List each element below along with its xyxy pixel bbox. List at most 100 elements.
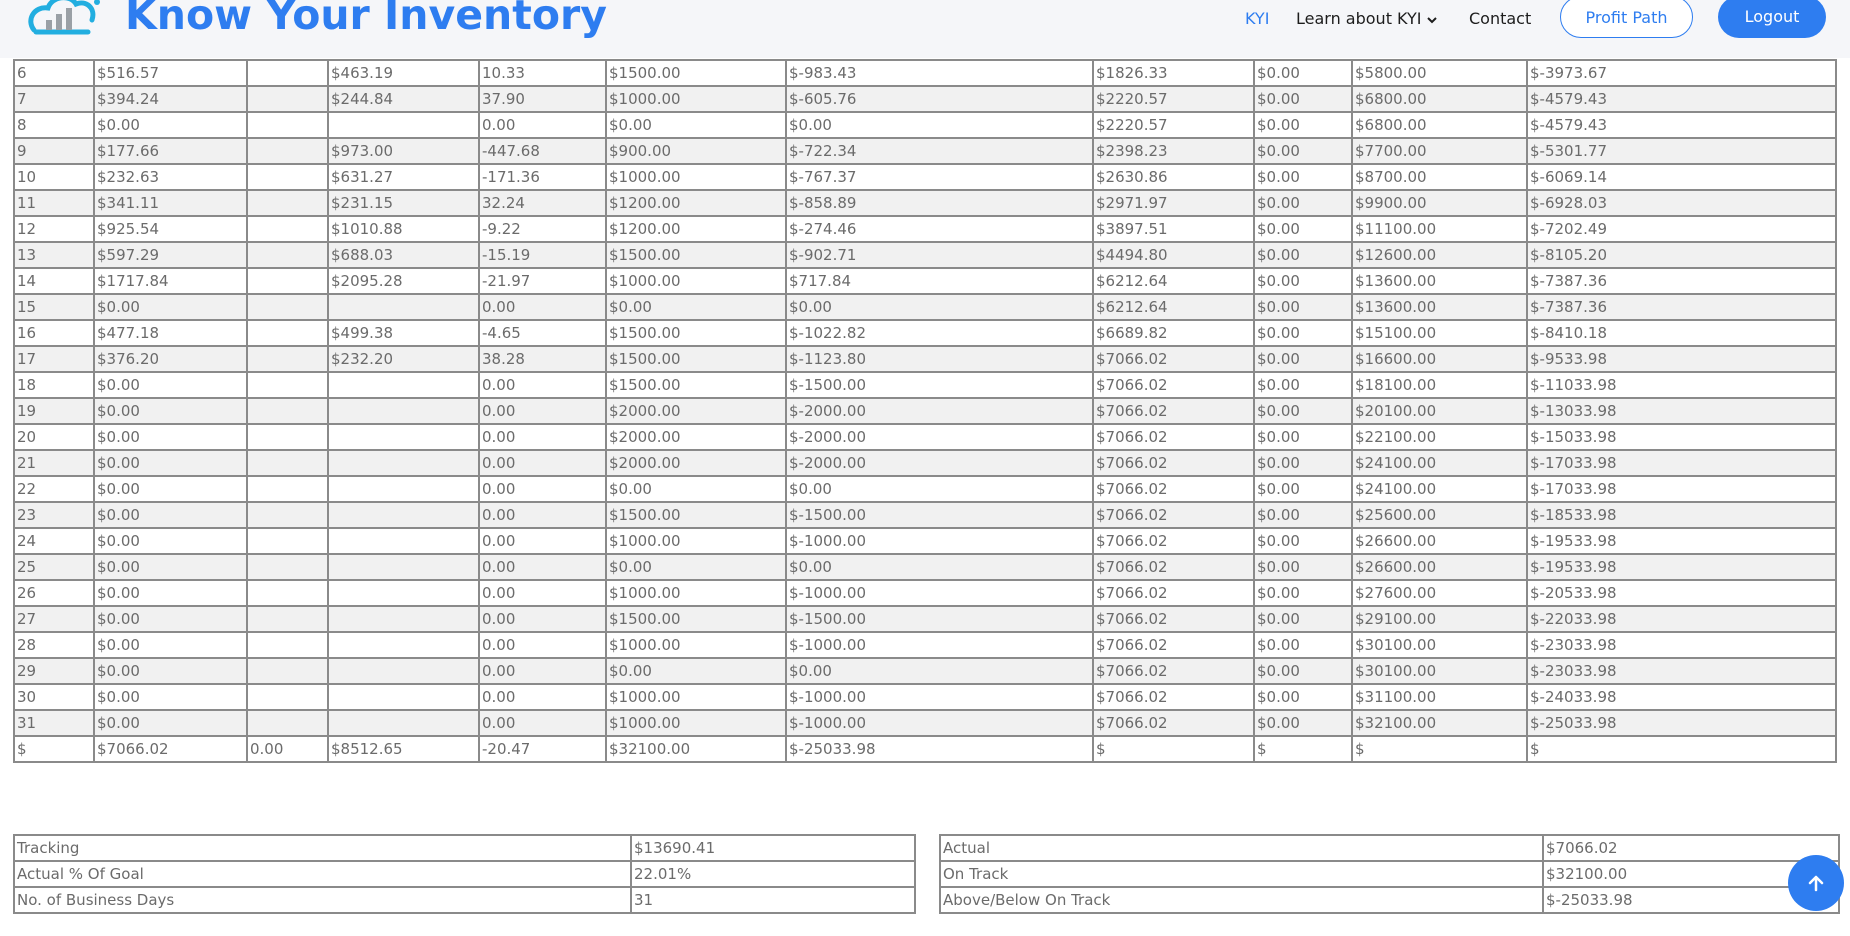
- table-cell: [327, 579, 480, 607]
- table-cell: $0.00: [1253, 709, 1353, 737]
- table-cell: $-1022.82: [785, 319, 1094, 347]
- table-cell: $-1500.00: [785, 605, 1094, 633]
- table-cell: $-274.46: [785, 215, 1094, 243]
- logo-icon[interactable]: [26, 0, 104, 42]
- table-row: 8 $0.00 0.00 $0.00 $0.00 $2220.57 $0.00 $6800.0…: [13, 111, 1837, 139]
- table-cell: $0.00: [93, 605, 248, 633]
- table-row: 15 $0.00 0.00 $0.00 $0.00 $6212.64 $0.00 $13600…: [13, 293, 1837, 321]
- table-row: 27 $0.00 0.00 $1500.00 $-1500.00 $7066.02 $0.0…: [13, 605, 1837, 633]
- table-row: 23 $0.00 0.00 $1500.00 $-1500.00 $7066.02 $0.0…: [13, 501, 1837, 529]
- summary-value: $7066.02: [1542, 834, 1840, 862]
- nav-learn-about[interactable]: Learn about KYI: [1296, 0, 1438, 38]
- table-cell: $0.00: [93, 657, 248, 685]
- summary-label: Actual % Of Goal: [13, 860, 632, 888]
- chevron-down-icon: [1427, 0, 1438, 38]
- table-cell: $-722.34: [785, 137, 1094, 165]
- table-cell: 0.00: [478, 371, 607, 399]
- table-row: 16 $477.18 $499.38 -4.65 $1500.00 $-1022.82 $6…: [13, 319, 1837, 347]
- table-cell: 0.00: [478, 423, 607, 451]
- table-cell: $0.00: [605, 657, 787, 685]
- table-cell: $24100.00: [1351, 449, 1528, 477]
- table-cell: $1200.00: [605, 215, 787, 243]
- table-cell: $0.00: [93, 449, 248, 477]
- table-cell: $-6928.03: [1526, 189, 1837, 217]
- table-cell: $-902.71: [785, 241, 1094, 269]
- table-cell: [246, 475, 329, 503]
- logout-button[interactable]: Logout: [1718, 0, 1826, 38]
- table-cell: $0.00: [1253, 501, 1353, 529]
- table-cell: [327, 553, 480, 581]
- table-cell: [327, 709, 480, 737]
- table-cell: [246, 527, 329, 555]
- table-cell: [327, 657, 480, 685]
- scroll-to-top-button[interactable]: [1788, 855, 1844, 911]
- table-cell: $0.00: [1253, 215, 1353, 243]
- table-cell: $0.00: [785, 657, 1094, 685]
- table-row: 20 $0.00 0.00 $2000.00 $-2000.00 $7066.02 $0.0…: [13, 423, 1837, 451]
- summary-label: Tracking: [13, 834, 632, 862]
- table-cell: $-13033.98: [1526, 397, 1837, 425]
- table-cell: $8700.00: [1351, 163, 1528, 191]
- table-cell: $-4579.43: [1526, 111, 1837, 139]
- table-cell: $6800.00: [1351, 85, 1528, 113]
- summary-row: Tracking $13690.41: [13, 834, 916, 862]
- summary-row: Above/Below On Track $-25033.98: [939, 886, 1840, 914]
- table-cell: $6689.82: [1092, 319, 1255, 347]
- table-cell: 31: [13, 709, 95, 737]
- inventory-table: 6 $516.57 $463.19 10.33 $1500.00 $-983.43 $182…: [13, 59, 1837, 763]
- table-cell: $394.24: [93, 85, 248, 113]
- table-row: 22 $0.00 0.00 $0.00 $0.00 $7066.02 $0.00 $24100…: [13, 475, 1837, 503]
- table-cell: $27600.00: [1351, 579, 1528, 607]
- arrow-up-icon: [1808, 875, 1824, 892]
- table-cell: $-5301.77: [1526, 137, 1837, 165]
- table-cell: $1500.00: [605, 345, 787, 373]
- table-cell: 17: [13, 345, 95, 373]
- table-cell: [246, 293, 329, 321]
- table-cell: 16: [13, 319, 95, 347]
- table-cell: 0.00: [478, 579, 607, 607]
- table-cell: $7700.00: [1351, 137, 1528, 165]
- table-cell: $0.00: [1253, 85, 1353, 113]
- table-cell: $2220.57: [1092, 85, 1255, 113]
- table-cell: $6800.00: [1351, 111, 1528, 139]
- table-cell: $1000.00: [605, 709, 787, 737]
- profit-path-button[interactable]: Profit Path: [1560, 0, 1693, 38]
- table-cell: [246, 683, 329, 711]
- table-cell: [327, 501, 480, 529]
- table-cell: [246, 345, 329, 373]
- table-row: 13 $597.29 $688.03 -15.19 $1500.00 $-902.71 $4…: [13, 241, 1837, 269]
- table-cell: $1500.00: [605, 605, 787, 633]
- table-cell: $16600.00: [1351, 345, 1528, 373]
- table-cell: $1000.00: [605, 163, 787, 191]
- table-cell: $0.00: [93, 631, 248, 659]
- table-cell: -21.97: [478, 267, 607, 295]
- summary-row: Actual % Of Goal 22.01%: [13, 860, 916, 888]
- table-cell: $925.54: [93, 215, 248, 243]
- table-cell: [327, 371, 480, 399]
- table-cell: $0.00: [605, 293, 787, 321]
- nav-contact[interactable]: Contact: [1469, 0, 1531, 38]
- table-cell: 25: [13, 553, 95, 581]
- table-cell: $1826.33: [1092, 59, 1255, 87]
- top-navbar: Know Your Inventory KYI Learn about KYI …: [0, 0, 1850, 58]
- table-cell: $8512.65: [327, 735, 480, 763]
- table-cell: [246, 501, 329, 529]
- table-cell: [246, 397, 329, 425]
- table-cell: $0.00: [1253, 579, 1353, 607]
- table-cell: $0.00: [1253, 605, 1353, 633]
- table-row: 10 $232.63 $631.27 -171.36 $1000.00 $-767.37 $…: [13, 163, 1837, 191]
- brand-title[interactable]: Know Your Inventory: [125, 0, 607, 40]
- nav-kyi[interactable]: KYI: [1245, 0, 1269, 38]
- table-cell: $-1123.80: [785, 345, 1094, 373]
- table-cell: $1000.00: [605, 267, 787, 295]
- table-cell: 10: [13, 163, 95, 191]
- table-cell: $-2000.00: [785, 397, 1094, 425]
- table-cell: $18100.00: [1351, 371, 1528, 399]
- table-cell: $26600.00: [1351, 527, 1528, 555]
- table-cell: $7066.02: [1092, 527, 1255, 555]
- table-cell: $0.00: [93, 111, 248, 139]
- table-cell: 15: [13, 293, 95, 321]
- table-cell: 0.00: [478, 475, 607, 503]
- table-cell: $1000.00: [605, 683, 787, 711]
- table-cell: $-7202.49: [1526, 215, 1837, 243]
